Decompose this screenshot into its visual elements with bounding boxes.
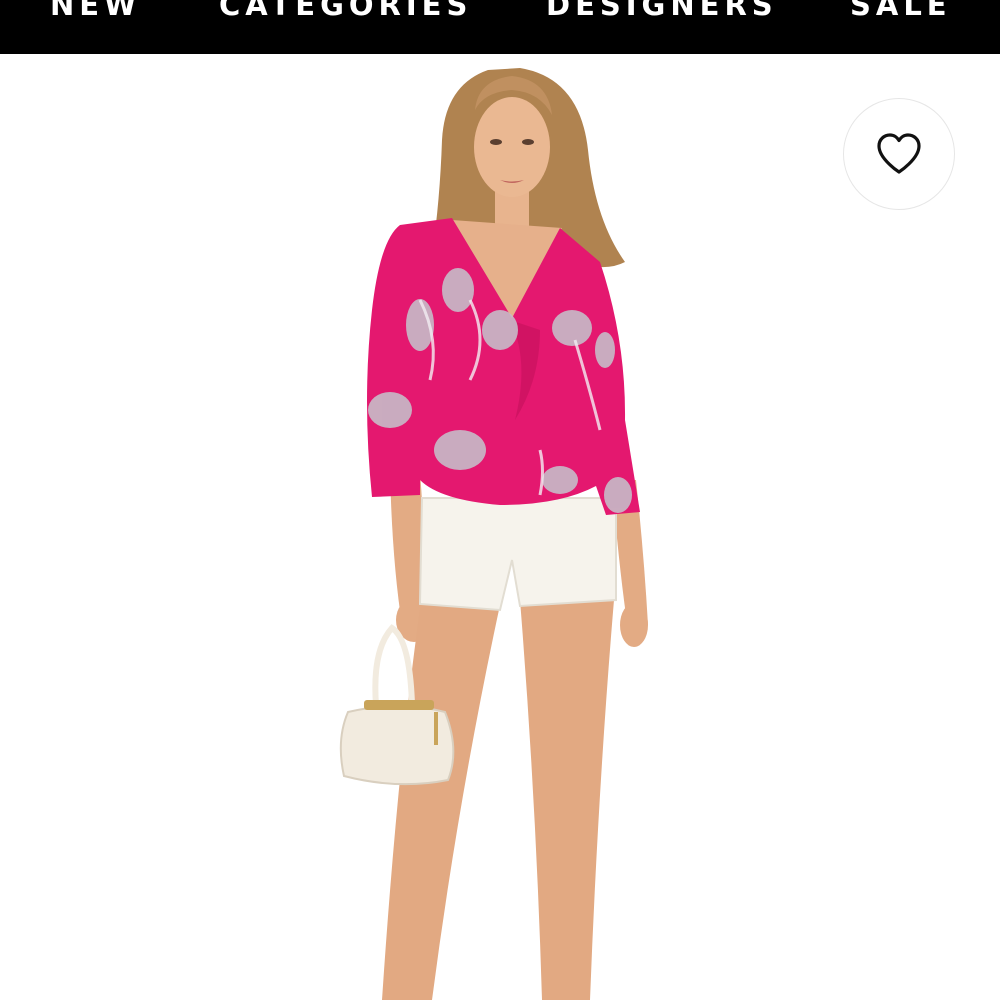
nav-categories[interactable]: CATEGORIES	[219, 0, 472, 22]
nav-new[interactable]: NEW	[50, 0, 141, 22]
top-navigation: NEW CATEGORIES DESIGNERS SALE	[0, 0, 1000, 54]
favorite-button[interactable]	[843, 98, 955, 210]
product-photo[interactable]	[0, 54, 1000, 1000]
nav-designers[interactable]: DESIGNERS	[546, 0, 778, 22]
heart-outline-icon	[877, 133, 921, 174]
nav-sale[interactable]: SALE	[850, 0, 952, 22]
model-figure	[339, 68, 648, 1000]
